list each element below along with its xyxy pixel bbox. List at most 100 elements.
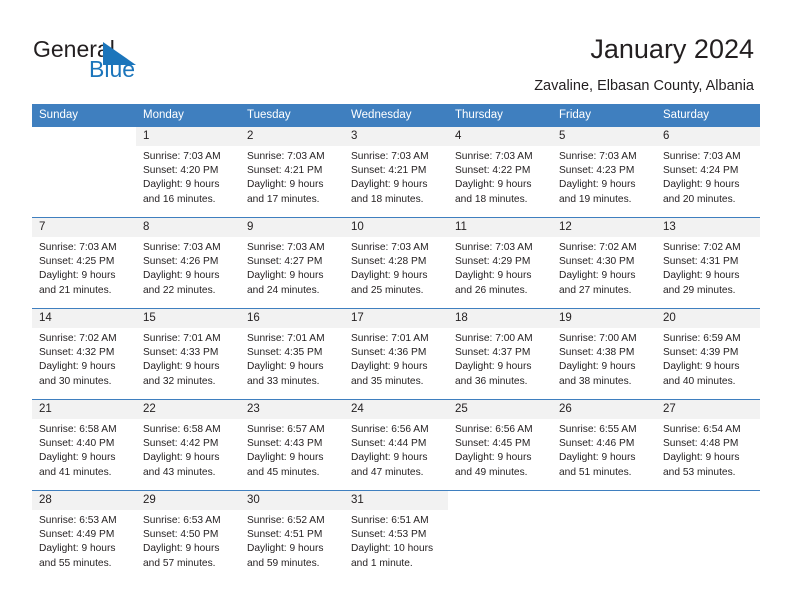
calendar-day-cell[interactable]: 2 Sunrise: 7:03 AM Sunset: 4:21 PM Daylight… (240, 127, 344, 218)
calendar-empty-cell (448, 490, 552, 581)
calendar-day-cell[interactable]: 28 Sunrise: 6:53 AM Sunset: 4:49 PM Dayligh… (32, 490, 136, 581)
calendar-day-cell[interactable]: 9 Sunrise: 7:03 AM Sunset: 4:27 PM Daylight… (240, 217, 344, 309)
calendar-day-cell[interactable]: 31 Sunrise: 6:51 AM Sunset: 4:53 PM Dayligh… (344, 490, 448, 581)
sunrise-text: Sunrise: 6:55 AM (559, 424, 637, 435)
daylight-text-line2: and 59 minutes. (247, 557, 320, 569)
day-number: 26 (552, 400, 656, 419)
calendar-day-cell[interactable]: 1 Sunrise: 7:03 AM Sunset: 4:20 PM Daylight… (136, 127, 240, 218)
sunrise-text: Sunrise: 6:58 AM (39, 424, 117, 435)
calendar-day-cell[interactable]: 12 Sunrise: 7:02 AM Sunset: 4:30 PM Dayligh… (552, 217, 656, 309)
sunrise-text: Sunrise: 7:03 AM (247, 151, 325, 162)
calendar-week-row: 21 Sunrise: 6:58 AM Sunset: 4:40 PM Dayligh… (32, 399, 760, 491)
day-number (448, 491, 552, 510)
daylight-text-line1: Daylight: 9 hours (455, 179, 532, 191)
calendar-day-cell[interactable]: 30 Sunrise: 6:52 AM Sunset: 4:51 PM Dayligh… (240, 490, 344, 581)
daylight-text-line1: Daylight: 9 hours (559, 179, 636, 191)
logo-text-blue: Blue (89, 56, 136, 82)
daylight-text-line1: Daylight: 9 hours (143, 543, 220, 555)
daylight-text-line2: and 51 minutes. (559, 466, 632, 478)
sunset-text: Sunset: 4:51 PM (247, 529, 323, 541)
day-sun-info: Sunrise: 6:53 AM Sunset: 4:50 PM Daylight:… (136, 510, 240, 571)
sunset-text: Sunset: 4:46 PM (559, 438, 635, 450)
sunrise-text: Sunrise: 7:03 AM (351, 242, 429, 253)
calendar-week-row: 7 Sunrise: 7:03 AM Sunset: 4:25 PM Daylight… (32, 217, 760, 309)
sunrise-text: Sunrise: 7:03 AM (247, 242, 325, 253)
daylight-text-line1: Daylight: 9 hours (247, 270, 324, 282)
calendar-day-cell[interactable]: 24 Sunrise: 6:56 AM Sunset: 4:44 PM Dayligh… (344, 399, 448, 491)
day-sun-info: Sunrise: 6:58 AM Sunset: 4:42 PM Daylight:… (136, 419, 240, 480)
sunset-text: Sunset: 4:43 PM (247, 438, 323, 450)
day-sun-info: Sunrise: 6:59 AM Sunset: 4:39 PM Daylight:… (656, 328, 760, 389)
sunrise-text: Sunrise: 6:56 AM (351, 424, 429, 435)
day-sun-info: Sunrise: 6:52 AM Sunset: 4:51 PM Daylight:… (240, 510, 344, 571)
calendar-day-cell[interactable]: 26 Sunrise: 6:55 AM Sunset: 4:46 PM Dayligh… (552, 399, 656, 491)
day-number: 18 (448, 309, 552, 328)
sunrise-text: Sunrise: 6:52 AM (247, 515, 325, 526)
sunset-text: Sunset: 4:29 PM (455, 256, 531, 268)
daylight-text-line1: Daylight: 9 hours (455, 361, 532, 373)
day-number: 10 (344, 218, 448, 237)
weekday-header-thursday: Thursday (448, 104, 552, 127)
daylight-text-line2: and 49 minutes. (455, 466, 528, 478)
calendar-day-cell[interactable]: 15 Sunrise: 7:01 AM Sunset: 4:33 PM Dayligh… (136, 308, 240, 400)
sunrise-text: Sunrise: 7:01 AM (143, 333, 221, 344)
day-sun-info: Sunrise: 7:03 AM Sunset: 4:26 PM Daylight:… (136, 237, 240, 298)
calendar-day-cell[interactable]: 16 Sunrise: 7:01 AM Sunset: 4:35 PM Dayligh… (240, 308, 344, 400)
day-sun-info: Sunrise: 6:58 AM Sunset: 4:40 PM Daylight:… (32, 419, 136, 480)
day-sun-info: Sunrise: 7:03 AM Sunset: 4:27 PM Daylight:… (240, 237, 344, 298)
general-blue-logo[interactable]: General Blue (33, 36, 203, 88)
calendar-day-cell[interactable]: 25 Sunrise: 6:56 AM Sunset: 4:45 PM Dayligh… (448, 399, 552, 491)
calendar-day-cell[interactable]: 8 Sunrise: 7:03 AM Sunset: 4:26 PM Daylight… (136, 217, 240, 309)
daylight-text-line1: Daylight: 9 hours (143, 452, 220, 464)
daylight-text-line2: and 29 minutes. (663, 284, 736, 296)
calendar-day-cell[interactable]: 4 Sunrise: 7:03 AM Sunset: 4:22 PM Daylight… (448, 127, 552, 218)
sunset-text: Sunset: 4:35 PM (247, 347, 323, 359)
daylight-text-line2: and 21 minutes. (39, 284, 112, 296)
calendar-day-cell[interactable]: 18 Sunrise: 7:00 AM Sunset: 4:37 PM Dayligh… (448, 308, 552, 400)
calendar-day-cell[interactable]: 29 Sunrise: 6:53 AM Sunset: 4:50 PM Dayligh… (136, 490, 240, 581)
sunset-text: Sunset: 4:53 PM (351, 529, 427, 541)
day-number: 16 (240, 309, 344, 328)
daylight-text-line2: and 35 minutes. (351, 375, 424, 387)
calendar-day-cell[interactable]: 14 Sunrise: 7:02 AM Sunset: 4:32 PM Dayligh… (32, 308, 136, 400)
sunrise-text: Sunrise: 7:01 AM (247, 333, 325, 344)
calendar-day-cell[interactable]: 5 Sunrise: 7:03 AM Sunset: 4:23 PM Daylight… (552, 127, 656, 218)
calendar-day-cell[interactable]: 20 Sunrise: 6:59 AM Sunset: 4:39 PM Dayligh… (656, 308, 760, 400)
day-sun-info: Sunrise: 7:01 AM Sunset: 4:33 PM Daylight:… (136, 328, 240, 389)
calendar-day-cell[interactable]: 11 Sunrise: 7:03 AM Sunset: 4:29 PM Dayligh… (448, 217, 552, 309)
sunset-text: Sunset: 4:39 PM (663, 347, 739, 359)
day-sun-info: Sunrise: 6:51 AM Sunset: 4:53 PM Daylight:… (344, 510, 448, 571)
calendar-day-cell[interactable]: 3 Sunrise: 7:03 AM Sunset: 4:21 PM Daylight… (344, 127, 448, 218)
day-sun-info: Sunrise: 7:01 AM Sunset: 4:35 PM Daylight:… (240, 328, 344, 389)
day-number: 25 (448, 400, 552, 419)
sunset-text: Sunset: 4:33 PM (143, 347, 219, 359)
calendar-day-cell[interactable]: 22 Sunrise: 6:58 AM Sunset: 4:42 PM Dayligh… (136, 399, 240, 491)
daylight-text-line1: Daylight: 9 hours (39, 270, 116, 282)
calendar-day-cell[interactable]: 6 Sunrise: 7:03 AM Sunset: 4:24 PM Daylight… (656, 127, 760, 218)
calendar-day-cell[interactable]: 21 Sunrise: 6:58 AM Sunset: 4:40 PM Dayligh… (32, 399, 136, 491)
daylight-text-line2: and 36 minutes. (455, 375, 528, 387)
calendar-day-cell[interactable]: 19 Sunrise: 7:00 AM Sunset: 4:38 PM Dayligh… (552, 308, 656, 400)
sunset-text: Sunset: 4:50 PM (143, 529, 219, 541)
sunset-text: Sunset: 4:42 PM (143, 438, 219, 450)
day-number: 5 (552, 127, 656, 146)
calendar-day-cell[interactable]: 7 Sunrise: 7:03 AM Sunset: 4:25 PM Daylight… (32, 217, 136, 309)
calendar-day-cell[interactable]: 17 Sunrise: 7:01 AM Sunset: 4:36 PM Dayligh… (344, 308, 448, 400)
day-number: 13 (656, 218, 760, 237)
daylight-text-line2: and 47 minutes. (351, 466, 424, 478)
sunrise-text: Sunrise: 7:03 AM (663, 151, 741, 162)
daylight-text-line1: Daylight: 10 hours (351, 543, 434, 555)
daylight-text-line1: Daylight: 9 hours (247, 543, 324, 555)
calendar-day-cell[interactable]: 27 Sunrise: 6:54 AM Sunset: 4:48 PM Dayligh… (656, 399, 760, 491)
daylight-text-line1: Daylight: 9 hours (663, 179, 740, 191)
day-sun-info: Sunrise: 6:53 AM Sunset: 4:49 PM Daylight:… (32, 510, 136, 571)
weekday-header-saturday: Saturday (656, 104, 760, 127)
day-sun-info: Sunrise: 7:03 AM Sunset: 4:24 PM Daylight:… (656, 146, 760, 207)
daylight-text-line2: and 19 minutes. (559, 193, 632, 205)
calendar-day-cell[interactable]: 23 Sunrise: 6:57 AM Sunset: 4:43 PM Dayligh… (240, 399, 344, 491)
calendar-day-cell[interactable]: 10 Sunrise: 7:03 AM Sunset: 4:28 PM Dayligh… (344, 217, 448, 309)
sunrise-text: Sunrise: 7:03 AM (455, 151, 533, 162)
daylight-text-line1: Daylight: 9 hours (455, 270, 532, 282)
daylight-text-line1: Daylight: 9 hours (143, 361, 220, 373)
calendar-day-cell[interactable]: 13 Sunrise: 7:02 AM Sunset: 4:31 PM Dayligh… (656, 217, 760, 309)
